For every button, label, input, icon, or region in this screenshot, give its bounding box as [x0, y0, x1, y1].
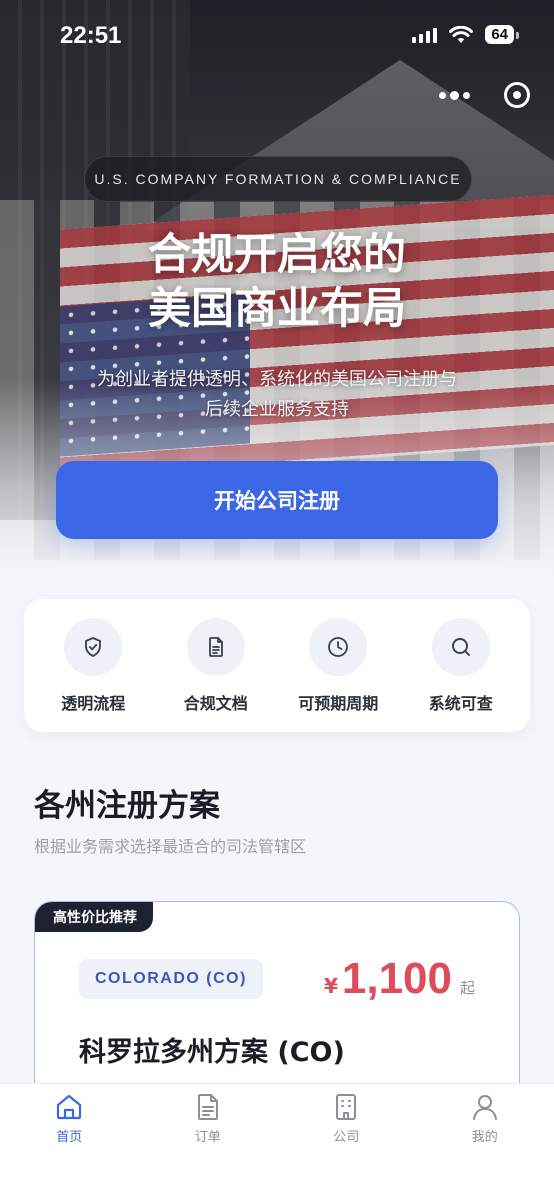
tab-orders[interactable]: 订单 [158, 1092, 258, 1200]
start-registration-button[interactable]: 开始公司注册 [56, 461, 498, 539]
feature-label: 可预期周期 [298, 693, 379, 713]
more-dots-icon[interactable] [439, 90, 470, 100]
search-icon [431, 617, 490, 676]
hero-subtitle-line1: 为创业者提供透明、系统化的美国公司注册与 [97, 369, 457, 390]
hero-subtitle-line2: 后续企业服务支持 [205, 399, 349, 420]
clock-icon [309, 617, 368, 676]
feature-transparent-process[interactable]: 透明流程 [34, 617, 152, 714]
status-time: 22:51 [60, 22, 122, 49]
battery-indicator: 64 [485, 25, 519, 44]
target-circle-icon[interactable] [504, 82, 530, 108]
wifi-icon [449, 25, 474, 43]
plan-name: 科罗拉多州方案 (CO) [79, 1037, 345, 1068]
status-indicators: 64 [412, 25, 519, 44]
tab-profile[interactable]: 我的 [435, 1092, 535, 1200]
shield-check-icon [64, 617, 123, 676]
home-icon [57, 1094, 82, 1120]
section-title: 各州注册方案 [34, 788, 220, 824]
feature-label: 透明流程 [61, 693, 126, 713]
cellular-signal-icon [412, 27, 438, 43]
document-icon [186, 617, 245, 676]
order-icon [197, 1094, 218, 1120]
price-value: 1,100 [341, 954, 452, 1003]
section-subtitle: 根据业务需求选择最适合的司法管辖区 [34, 837, 307, 856]
bottom-tab-bar: 首页 订单 公司 我的 [0, 1083, 554, 1200]
tab-label: 公司 [333, 1130, 360, 1145]
feature-system-lookup[interactable]: 系统可查 [402, 617, 520, 714]
feature-predictable-period[interactable]: 可预期周期 [279, 617, 397, 714]
tab-label: 我的 [471, 1130, 498, 1145]
feature-compliance-docs[interactable]: 合规文档 [157, 617, 275, 714]
state-pill: COLORADO (CO) [79, 959, 263, 999]
recommend-tag: 高性价比推荐 [35, 902, 153, 932]
hero-title-line1: 合规开启您的 [148, 230, 406, 280]
tab-company[interactable]: 公司 [296, 1092, 396, 1200]
mini-program-capsule [439, 82, 530, 108]
profile-icon [472, 1095, 497, 1120]
price-currency: ¥ [323, 974, 338, 998]
feature-card: 透明流程 合规文档 可预期周期 系统可查 [24, 599, 530, 732]
company-building-icon [336, 1094, 357, 1120]
hero-title-line2: 美国商业布局 [148, 284, 406, 334]
feature-label: 系统可查 [428, 693, 493, 713]
tab-label: 首页 [56, 1130, 83, 1145]
feature-label: 合规文档 [183, 693, 248, 713]
hero-title: 合规开启您的 美国商业布局 [0, 228, 554, 336]
hero-subtitle: 为创业者提供透明、系统化的美国公司注册与 后续企业服务支持 [0, 365, 554, 425]
tab-label: 订单 [194, 1130, 221, 1145]
price-suffix: 起 [459, 979, 475, 997]
hero-badge: U.S. COMPANY FORMATION & COMPLIANCE [84, 156, 472, 202]
plan-price: ¥ 1,100 起 [324, 954, 475, 1004]
tab-home[interactable]: 首页 [19, 1092, 119, 1200]
